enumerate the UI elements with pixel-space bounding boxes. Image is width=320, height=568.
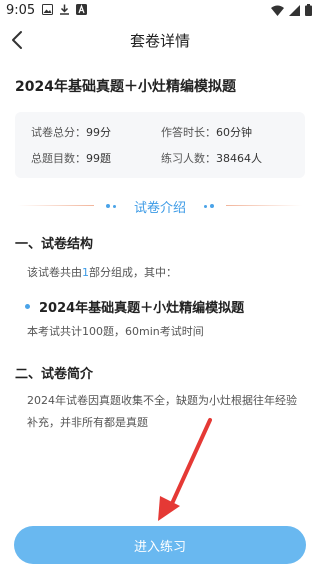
download-icon	[60, 4, 69, 15]
practice-count-value: 38464人	[216, 152, 262, 165]
part-description: 本考试共计100题，60min考试时间	[27, 325, 204, 338]
total-score-label: 试卷总分：	[31, 126, 86, 139]
battery-icon	[305, 4, 312, 16]
structure-heading: 一、试卷结构	[15, 237, 94, 252]
paper-title: 2024年基础真题＋小灶精编模拟题	[15, 79, 236, 95]
paper-info-card: 试卷总分：99分 作答时长：60分钟 总题目数：99题 练习人数：38464人	[15, 112, 305, 178]
part-title: 2024年基础真题＋小灶精编模拟题	[39, 301, 245, 316]
question-count-value: 99题	[86, 152, 111, 165]
system-icons	[271, 4, 312, 16]
intro-heading: 二、试卷简介	[15, 367, 94, 382]
status-time: 9:05	[6, 3, 36, 18]
practice-count: 练习人数：38464人	[161, 150, 262, 166]
signal-icon	[289, 4, 300, 16]
question-count-label: 总题目数：	[31, 152, 86, 165]
divider-dot	[210, 204, 214, 208]
status-bar: 9:05	[0, 0, 320, 22]
structure-part-item: 2024年基础真题＋小灶精编模拟题	[25, 297, 244, 316]
intro-text: 2024年试卷因真题收集不全，缺题为小灶根据往年经验补充，并非所有都是真题	[27, 394, 297, 429]
section-label: 试卷介绍	[133, 201, 186, 216]
start-practice-button[interactable]: 进入练习	[14, 526, 306, 564]
app-notification-icon	[76, 4, 87, 15]
page-title: 套卷详情	[129, 32, 190, 50]
duration-label: 作答时长：	[161, 126, 216, 139]
structure-desc-suffix: 部分组成，其中：	[89, 266, 177, 279]
image-icon	[42, 4, 53, 15]
practice-count-label: 练习人数：	[161, 152, 216, 165]
wifi-icon	[271, 5, 284, 16]
notification-icons	[42, 4, 87, 15]
duration: 作答时长：60分钟	[161, 124, 252, 140]
structure-desc-prefix: 该试卷共由	[27, 266, 82, 279]
divider-line-right	[226, 205, 302, 206]
duration-value: 60分钟	[216, 126, 252, 139]
total-score-value: 99分	[86, 126, 111, 139]
total-score: 试卷总分：99分	[31, 124, 111, 140]
nav-bar: 套卷详情	[0, 22, 320, 58]
bullet-icon	[25, 304, 30, 309]
divider-dot	[204, 205, 207, 208]
structure-part-count: 1	[82, 266, 89, 279]
structure-description: 该试卷共由1部分组成，其中：	[27, 264, 177, 280]
question-count: 总题目数：99题	[31, 150, 111, 166]
section-divider: 试卷介绍	[0, 196, 320, 216]
